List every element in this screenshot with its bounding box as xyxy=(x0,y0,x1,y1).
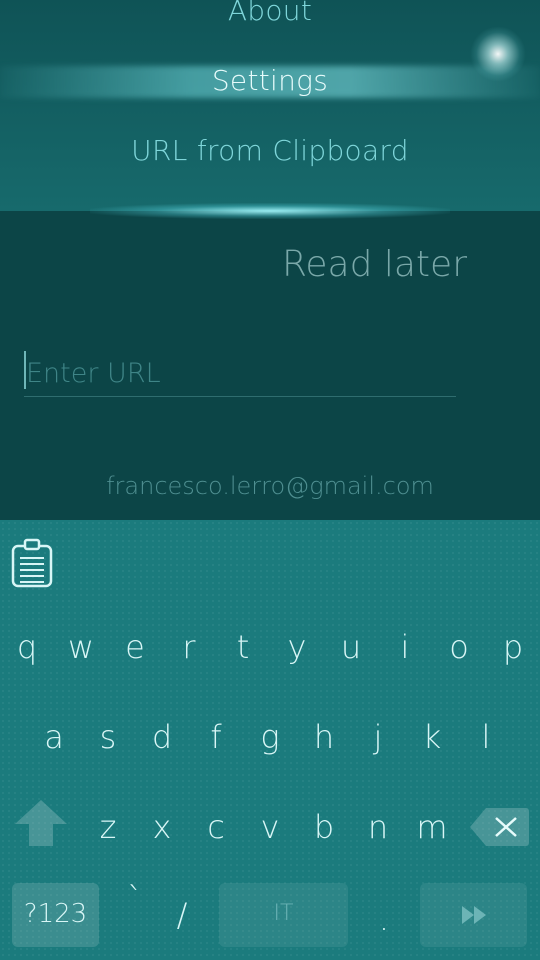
key-k[interactable]: k xyxy=(405,718,459,756)
key-b[interactable]: b xyxy=(297,808,351,846)
key-c[interactable]: c xyxy=(189,808,243,846)
key-e[interactable]: e xyxy=(108,628,162,666)
key-s[interactable]: s xyxy=(81,718,135,756)
key-j[interactable]: j xyxy=(351,718,405,756)
clipboard-icon[interactable] xyxy=(11,538,53,588)
pulley-edge-glow xyxy=(90,203,450,219)
key-backtick[interactable]: ` xyxy=(108,880,162,918)
key-g[interactable]: g xyxy=(243,718,297,756)
symbols-key[interactable]: ?123 xyxy=(12,883,99,947)
key-d[interactable]: d xyxy=(135,718,189,756)
key-w[interactable]: w xyxy=(54,628,108,666)
space-key[interactable]: IT xyxy=(219,883,348,947)
menu-item-url-from-clipboard[interactable]: URL from Clipboard xyxy=(0,134,540,167)
shift-arrow-icon[interactable] xyxy=(13,798,69,848)
key-h[interactable]: h xyxy=(297,718,351,756)
key-m[interactable]: m xyxy=(405,808,459,846)
key-r[interactable]: r xyxy=(162,628,216,666)
virtual-keyboard: q w e r t y u i o p a s d f g h j k l z … xyxy=(0,520,540,960)
key-z[interactable]: z xyxy=(81,808,135,846)
key-p[interactable]: p xyxy=(486,628,540,666)
key-a[interactable]: a xyxy=(27,718,81,756)
key-q[interactable]: q xyxy=(0,628,54,666)
symbols-key-label: ?123 xyxy=(23,899,88,929)
author-email: francesco.lerro@gmail.com xyxy=(106,472,434,500)
enter-arrow-icon xyxy=(462,906,486,924)
key-f[interactable]: f xyxy=(189,718,243,756)
key-slash[interactable]: / xyxy=(155,896,209,934)
key-o[interactable]: o xyxy=(432,628,486,666)
key-v[interactable]: v xyxy=(243,808,297,846)
menu-item-about[interactable]: About xyxy=(0,0,540,27)
space-key-language-label: IT xyxy=(273,901,294,926)
backspace-icon[interactable] xyxy=(468,806,530,848)
menu-item-settings[interactable]: Settings xyxy=(0,64,540,97)
page-title: Read later xyxy=(281,244,467,285)
key-n[interactable]: n xyxy=(351,808,405,846)
enter-key[interactable] xyxy=(420,883,527,947)
key-period[interactable]: . xyxy=(357,900,411,938)
key-y[interactable]: y xyxy=(270,628,324,666)
pulley-menu: About Settings URL from Clipboard xyxy=(0,0,540,211)
key-x[interactable]: x xyxy=(135,808,189,846)
key-l[interactable]: l xyxy=(459,718,513,756)
url-input[interactable] xyxy=(24,350,456,397)
key-u[interactable]: u xyxy=(324,628,378,666)
key-t[interactable]: t xyxy=(216,628,270,666)
key-i[interactable]: i xyxy=(378,628,432,666)
text-cursor xyxy=(24,351,26,389)
